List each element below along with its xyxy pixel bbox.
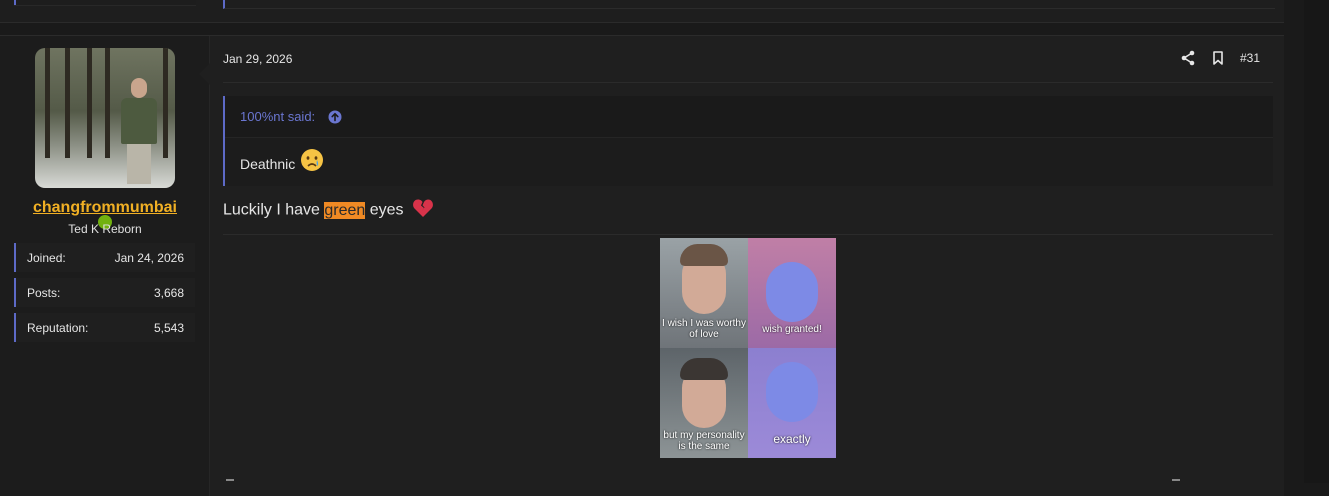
quote-text: Deathnic (240, 156, 296, 172)
stat-reputation: Reputation: 5,543 (14, 313, 195, 342)
stat-label: Joined: (27, 251, 66, 265)
post-number-link[interactable]: #31 (1240, 51, 1260, 65)
bookmark-icon[interactable] (1210, 50, 1226, 66)
stat-value: 3,668 (153, 286, 184, 300)
previous-post-accent-bar (14, 0, 16, 5)
previous-post-quote-stub (223, 0, 1275, 9)
meme-panel: I wish I was worthy of love (660, 238, 748, 348)
avatar[interactable] (35, 48, 175, 188)
footer-control-left[interactable] (226, 479, 234, 485)
user-title: Ted K Reborn (68, 222, 142, 236)
stat-value: 5,543 (153, 321, 184, 335)
footer-control-right[interactable] (1172, 479, 1180, 485)
body-divider (223, 234, 1273, 235)
previous-post-user-stub (14, 0, 196, 6)
arrow-up-circle-icon[interactable] (328, 110, 342, 124)
post-body: Luckily I have green eyes (223, 198, 434, 223)
quote-block: 100%nt said: Deathnic (223, 96, 1273, 186)
meme-caption: I wish I was worthy of love (662, 318, 746, 340)
attached-image[interactable]: I wish I was worthy of love wish granted… (660, 238, 836, 458)
header-divider (223, 82, 1273, 83)
post-body-text-end: eyes (365, 201, 404, 219)
meme-panel: wish granted! (748, 238, 836, 348)
stat-label: Posts: (27, 286, 61, 300)
meme-caption: but my personality is the same (663, 430, 745, 452)
user-pointer-arrow (199, 63, 210, 85)
stat-value: Jan 24, 2026 (114, 251, 184, 265)
highlighted-word: green (324, 201, 366, 219)
crying-face-emoji (300, 148, 324, 172)
post-body-text: Luckily I have (223, 201, 325, 219)
meme-caption: exactly (773, 432, 811, 446)
stat-joined: Joined: Jan 24, 2026 (14, 243, 195, 272)
post-actions: #31 (1180, 50, 1260, 66)
meme-caption: wish granted! (762, 324, 822, 335)
broken-heart-emoji (412, 198, 434, 223)
post-date[interactable]: Jan 29, 2026 (223, 52, 292, 66)
user-column: changfrommumbai Ted K Reborn Joined: Jan… (0, 36, 210, 496)
meme-panel: but my personality is the same (660, 348, 748, 458)
username-link[interactable]: changfrommumbai (0, 199, 210, 217)
previous-post-bottom (0, 0, 1284, 23)
scrollbar-track[interactable] (1304, 0, 1329, 483)
meme-panel: exactly (748, 348, 836, 458)
post-31: changfrommumbai Ted K Reborn Joined: Jan… (0, 35, 1284, 496)
stat-posts: Posts: 3,668 (14, 278, 195, 307)
quote-header: 100%nt said: (225, 96, 1273, 138)
stat-label: Reputation: (27, 321, 89, 335)
share-icon[interactable] (1180, 50, 1196, 66)
quote-author-link[interactable]: 100%nt said: (240, 109, 315, 124)
